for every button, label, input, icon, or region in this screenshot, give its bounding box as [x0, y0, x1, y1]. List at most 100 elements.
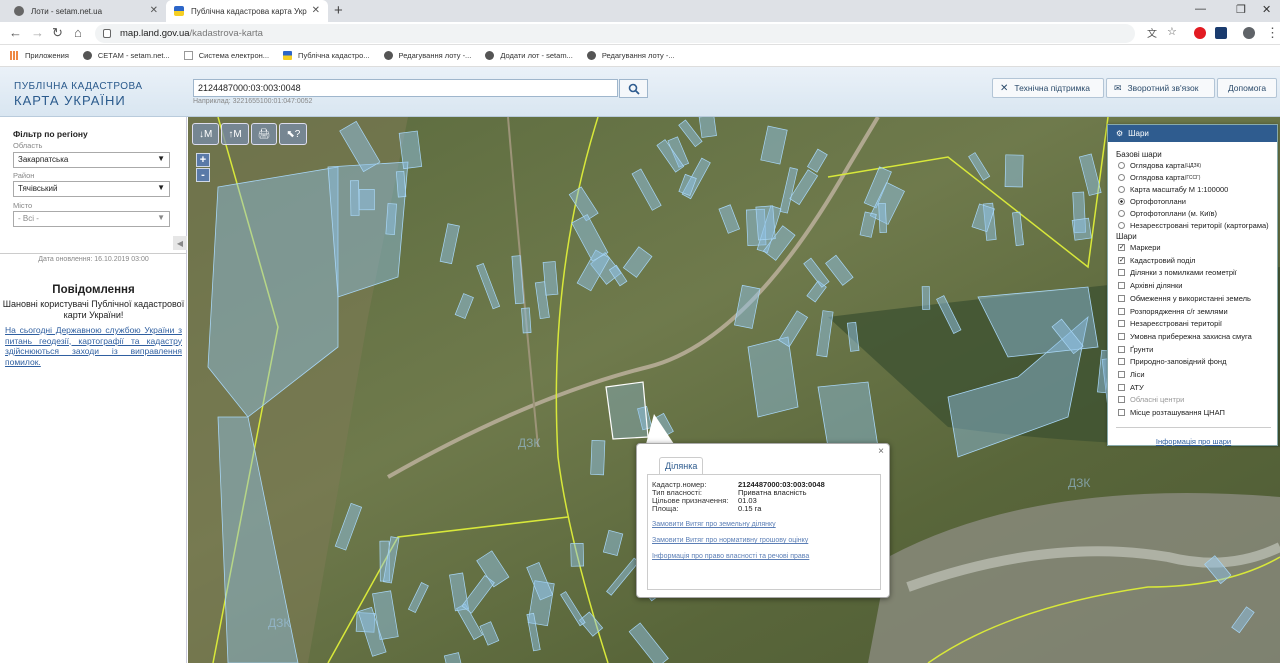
- base-layer-option[interactable]: Ортофотоплани: [1118, 197, 1186, 206]
- close-tab-icon[interactable]: ✕: [150, 5, 158, 16]
- oblast-select[interactable]: Закарпатська ▼: [13, 152, 170, 168]
- measure-area-button[interactable]: ↑M: [221, 123, 249, 145]
- overlay-layer-option[interactable]: Ліси: [1118, 370, 1145, 379]
- parcel[interactable]: [521, 307, 532, 334]
- checkbox-icon[interactable]: ✓: [1118, 244, 1125, 251]
- base-layer-option[interactable]: Ортофотоплани (м. Київ): [1118, 209, 1217, 218]
- base-layer-option[interactable]: Незареєстровані території (картограма): [1118, 221, 1269, 230]
- bookmark-item[interactable]: СЕТАМ - setam.net...: [82, 51, 170, 60]
- parcel[interactable]: [395, 170, 407, 198]
- overlay-layer-option[interactable]: Обласні центри: [1118, 395, 1184, 404]
- browser-tab-setam[interactable]: Лоти - setam.net.ua ✕: [6, 0, 166, 22]
- parcel[interactable]: [358, 189, 375, 211]
- measure-distance-button[interactable]: ↓M: [192, 123, 220, 145]
- checkbox-icon[interactable]: [1118, 371, 1125, 378]
- parcel[interactable]: [570, 542, 585, 567]
- overlay-layer-option[interactable]: Незареєстровані території: [1118, 319, 1222, 328]
- home-icon[interactable]: ⌂: [74, 25, 82, 40]
- overlay-layer-option[interactable]: Умовна прибережна захисна смуга: [1118, 332, 1252, 341]
- checkbox-icon[interactable]: [1118, 269, 1125, 277]
- browser-tab-kadastr[interactable]: Публічна кадастрова карта Укр ✕: [166, 0, 328, 22]
- search-button[interactable]: [619, 79, 648, 98]
- new-tab-button[interactable]: +: [334, 2, 343, 19]
- parcel[interactable]: [1071, 217, 1092, 241]
- overlay-layer-option[interactable]: Природно-заповідний фонд: [1118, 357, 1226, 366]
- message-link[interactable]: На сьогодні Державною службою України з …: [5, 325, 182, 367]
- overlay-layer-option[interactable]: Обмеження у використанні земель: [1118, 294, 1251, 303]
- translate-icon[interactable]: 文: [1147, 25, 1157, 40]
- star-icon[interactable]: ☆: [1167, 25, 1177, 38]
- parcel[interactable]: [542, 261, 559, 296]
- checkbox-icon[interactable]: [1118, 320, 1125, 328]
- close-window-button[interactable]: ✕: [1262, 3, 1271, 16]
- map-canvas[interactable]: ДЗК ДЗК ДЗК ↓M ↑M 🖨 ⬉? + - ⚙ Шари Базові …: [188, 117, 1280, 663]
- parcel[interactable]: [755, 205, 776, 241]
- radio-icon[interactable]: [1118, 186, 1125, 193]
- minimize-button[interactable]: —: [1195, 3, 1206, 15]
- ownership-info-link[interactable]: Інформація про право власності та речові…: [652, 553, 809, 560]
- checkbox-icon[interactable]: ✓: [1118, 256, 1125, 264]
- url-bar[interactable]: map.land.gov.ua/kadastrova-karta: [95, 24, 1135, 43]
- collapse-sidebar-button[interactable]: ◀: [173, 236, 187, 250]
- checkbox-icon[interactable]: [1118, 345, 1125, 353]
- parcel[interactable]: [921, 286, 931, 310]
- menu-kebab-icon[interactable]: ⋮: [1266, 25, 1279, 41]
- radio-icon[interactable]: [1118, 198, 1125, 205]
- parcel[interactable]: [698, 117, 717, 138]
- tech-support-button[interactable]: ✕ Технічна підтримка: [992, 78, 1104, 98]
- cadastral-search-input[interactable]: [193, 79, 618, 97]
- close-popup-icon[interactable]: ×: [878, 446, 884, 457]
- checkbox-icon[interactable]: [1118, 396, 1125, 404]
- checkbox-icon[interactable]: [1118, 282, 1125, 290]
- zoom-out-button[interactable]: -: [196, 168, 210, 182]
- radio-icon[interactable]: [1118, 222, 1125, 229]
- logo-line1[interactable]: ПУБЛІЧНА КАДАСТРОВА: [14, 81, 143, 92]
- zoom-in-button[interactable]: +: [196, 153, 210, 167]
- parcel[interactable]: [349, 180, 360, 216]
- overlay-layer-option[interactable]: Розпорядження с/г землями: [1118, 307, 1228, 316]
- overlay-layer-option[interactable]: Ґрунти: [1118, 345, 1153, 354]
- checkbox-icon[interactable]: [1118, 409, 1125, 417]
- base-layer-option[interactable]: Оглядова карта (ЦДЗК): [1118, 161, 1201, 170]
- checkbox-icon[interactable]: [1118, 307, 1125, 315]
- opera-extension-icon[interactable]: [1194, 27, 1206, 39]
- parcel[interactable]: [398, 130, 423, 170]
- checkbox-icon[interactable]: [1118, 332, 1125, 340]
- bookmark-item[interactable]: Редагування лоту -...: [383, 51, 471, 60]
- checkbox-icon[interactable]: [1118, 383, 1125, 391]
- raion-select[interactable]: Тячівський ▼: [13, 181, 170, 197]
- tab-parcel[interactable]: Ділянка: [659, 457, 704, 474]
- bookmark-item[interactable]: Додати лот - setam...: [485, 51, 573, 60]
- overlay-layer-option[interactable]: ✓ Маркери: [1118, 243, 1161, 252]
- bookmark-item[interactable]: Редагування лоту -...: [586, 51, 675, 60]
- overlay-layer-option[interactable]: Ділянки з помилками геометрії: [1118, 268, 1237, 277]
- order-extract-link[interactable]: Замовити Витяг про земельну ділянку: [652, 521, 776, 528]
- overlay-layer-option[interactable]: Архівні ділянки: [1118, 281, 1182, 290]
- forward-arrow-icon[interactable]: →: [31, 25, 44, 40]
- checkbox-icon[interactable]: [1118, 294, 1125, 302]
- base-layer-option[interactable]: Оглядова карта (ГССГ): [1118, 173, 1200, 182]
- radio-icon[interactable]: [1118, 174, 1125, 181]
- print-button[interactable]: 🖨: [250, 123, 278, 145]
- maximize-button[interactable]: ❐: [1236, 3, 1246, 16]
- checkbox-icon[interactable]: [1118, 358, 1125, 366]
- extension-icon[interactable]: [1215, 27, 1227, 39]
- feedback-button[interactable]: ✉ Зворотний зв'язок: [1106, 78, 1215, 98]
- bookmark-item[interactable]: Публічна кадастро...: [283, 51, 370, 60]
- parcel[interactable]: [1004, 154, 1024, 188]
- reload-icon[interactable]: ↻: [52, 25, 63, 41]
- layers-header[interactable]: ⚙ Шари: [1108, 125, 1277, 142]
- overlay-layer-option[interactable]: АТУ: [1118, 383, 1144, 392]
- back-arrow-icon[interactable]: ←: [9, 25, 22, 40]
- help-button[interactable]: Допомога: [1217, 78, 1277, 98]
- info-pointer-button[interactable]: ⬉?: [279, 123, 308, 145]
- selected-parcel[interactable]: [605, 381, 649, 440]
- misto-select[interactable]: - Всі - ▼: [13, 211, 170, 227]
- order-valuation-link[interactable]: Замовити Витяг про нормативну грошову оц…: [652, 537, 808, 544]
- profile-avatar-icon[interactable]: [1243, 27, 1255, 39]
- radio-icon[interactable]: [1118, 162, 1125, 169]
- overlay-layer-option[interactable]: ✓ Кадастровий поділ: [1118, 256, 1196, 265]
- bookmark-apps[interactable]: Приложения: [10, 51, 69, 60]
- layers-info-link[interactable]: Інформація про шари: [1108, 437, 1279, 446]
- logo-line2[interactable]: КАРТА УКРАЇНИ: [14, 93, 126, 108]
